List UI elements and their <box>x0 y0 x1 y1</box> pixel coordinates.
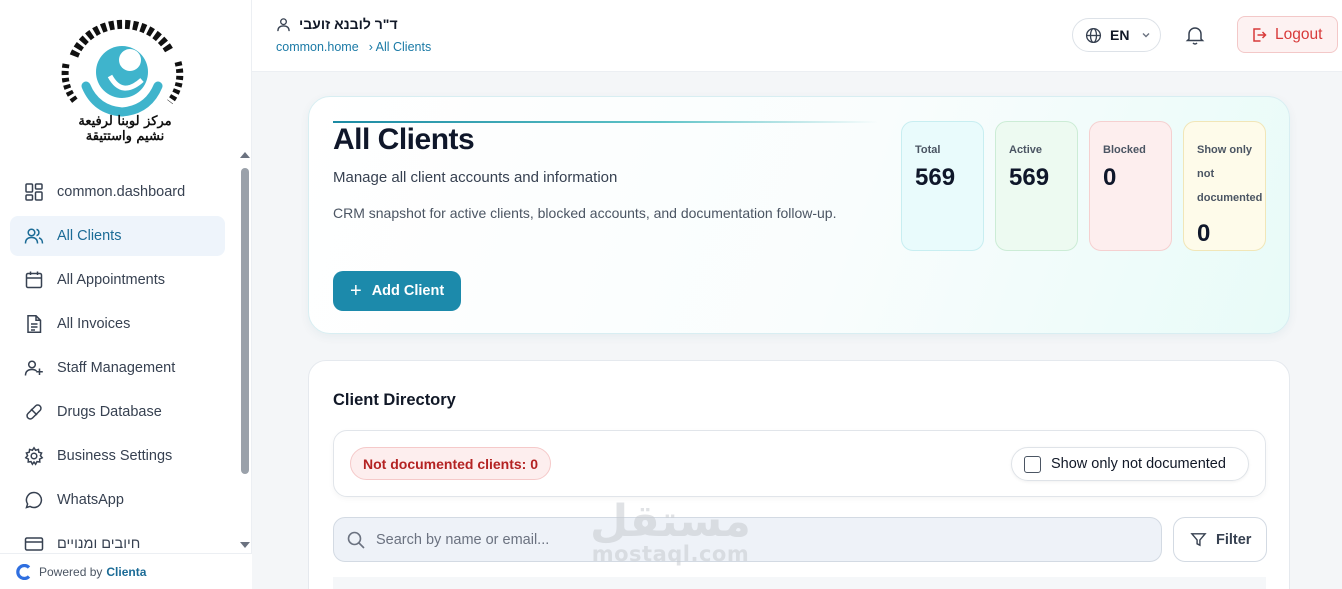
client-directory-card: Client Directory Not documented clients:… <box>308 360 1290 589</box>
clienta-logo-icon <box>16 563 31 580</box>
sidebar-item-appointments[interactable]: All Appointments <box>10 260 225 300</box>
invoice-icon <box>27 315 42 333</box>
stat-value: 569 <box>915 164 956 191</box>
language-value: EN <box>1110 27 1130 43</box>
stat-value: 0 <box>1197 220 1211 247</box>
top-header: ד"ר לובנא זועבי common.home › All Client… <box>252 0 1342 72</box>
show-not-documented-toggle[interactable]: Show only not documented <box>1011 447 1249 481</box>
chat-icon <box>25 491 43 509</box>
sidebar-item-label: חיובים ומנויים <box>57 536 141 552</box>
not-documented-badge: Not documented clients: 0 <box>350 447 552 480</box>
show-not-documented-checkbox[interactable] <box>1024 455 1041 473</box>
user-icon <box>277 17 290 31</box>
bell-icon[interactable] <box>1184 24 1206 46</box>
stat-label: Show only not documented <box>1197 144 1263 204</box>
sidebar-item-all-clients[interactable]: All Clients <box>10 216 225 256</box>
sidebar-item-label: WhatsApp <box>57 492 124 508</box>
sidebar-item-label: All Invoices <box>57 316 131 332</box>
clinic-logo-text: مركز لوبنا لرفيعة نشيم واستتيقة <box>30 114 220 144</box>
breadcrumb-current: › All Clients <box>368 40 432 54</box>
gear-icon <box>24 446 44 466</box>
logout-icon <box>1253 27 1267 42</box>
page-title: All Clients <box>333 123 475 156</box>
sidebar-item-staff-management[interactable]: Staff Management <box>10 348 225 388</box>
calendar-icon <box>25 271 43 289</box>
scroll-thumb[interactable] <box>241 168 249 474</box>
globe-icon <box>1085 27 1102 43</box>
sidebar-item-label: All Appointments <box>57 272 166 288</box>
page-description: CRM snapshot for active clients, blocked… <box>333 205 837 221</box>
show-not-documented-label: Show only not documented <box>1051 456 1226 472</box>
plus-icon: + <box>350 280 362 302</box>
search-icon <box>347 531 365 549</box>
sidebar-item-label: Drugs Database <box>57 404 162 420</box>
logout-button[interactable]: Logout <box>1237 16 1338 53</box>
language-selector[interactable]: EN <box>1072 18 1161 52</box>
add-client-label: Add Client <box>371 283 445 299</box>
powered-by-text: Powered by <box>39 564 103 579</box>
powered-by-footer: Powered by Clienta <box>0 553 252 589</box>
stat-card-not-documented[interactable]: Show only not documented 0 <box>1183 121 1266 251</box>
current-user: ד"ר לובנא זועבי <box>276 16 398 32</box>
add-client-button[interactable]: + Add Client <box>333 271 461 311</box>
sidebar-item-billing[interactable]: חיובים ומנויים <box>10 524 225 552</box>
page-subtitle: Manage all client accounts and informati… <box>333 169 618 186</box>
sidebar-item-invoices[interactable]: All Invoices <box>10 304 225 344</box>
filter-button[interactable]: Filter <box>1173 517 1267 562</box>
sidebar-item-dashboard[interactable]: common.dashboard <box>10 172 225 212</box>
sidebar-scrollbar[interactable] <box>238 150 252 550</box>
scroll-up-arrow-icon[interactable] <box>240 152 250 158</box>
watermark-latin: mostaql.com <box>591 542 750 566</box>
stat-label: Blocked <box>1103 144 1146 156</box>
sidebar-item-label: common.dashboard <box>57 184 186 200</box>
chevron-down-icon <box>1142 33 1150 38</box>
sidebar-item-label: Staff Management <box>57 360 176 376</box>
stat-value: 0 <box>1103 164 1117 191</box>
stat-card-blocked: Blocked 0 <box>1089 121 1172 251</box>
clinic-logo-line1: مركز لوبنا لرفيعة <box>78 114 172 129</box>
sidebar-item-label: Business Settings <box>57 448 173 464</box>
client-table-header <box>333 577 1266 589</box>
user-plus-icon <box>24 360 43 376</box>
sidebar-item-drugs-database[interactable]: Drugs Database <box>10 392 225 432</box>
sidebar-item-whatsapp[interactable]: WhatsApp <box>10 480 225 520</box>
stat-card-total: Total 569 <box>901 121 984 251</box>
stat-value: 569 <box>1009 164 1050 191</box>
documentation-filter-bar: Not documented clients: 0 Show only not … <box>333 430 1266 497</box>
users-icon <box>24 228 44 244</box>
sidebar-item-label: All Clients <box>57 228 122 244</box>
mostaql-watermark: مستقل mostaql.com <box>590 496 751 566</box>
sidebar-nav: common.dashboard All Clients All Appoint… <box>10 172 225 552</box>
breadcrumb-home[interactable]: common.home <box>276 40 359 54</box>
sidebar-item-business-settings[interactable]: Business Settings <box>10 436 225 476</box>
dashboard-icon <box>25 183 43 201</box>
stat-card-active: Active 569 <box>995 121 1078 251</box>
stat-label: Active <box>1009 144 1043 156</box>
client-directory-title: Client Directory <box>333 391 456 409</box>
scroll-down-arrow-icon[interactable] <box>240 542 250 548</box>
filter-label: Filter <box>1216 531 1252 548</box>
breadcrumb: common.home › All Clients <box>276 40 431 54</box>
clinic-logo-line2: نشيم واستتيقة <box>85 129 165 144</box>
filter-icon <box>1190 533 1207 547</box>
stat-label: Total <box>915 144 941 156</box>
clients-overview-card: All Clients Manage all client accounts a… <box>308 96 1290 334</box>
watermark-arabic: مستقل <box>590 496 751 547</box>
powered-by-brand[interactable]: Clienta <box>106 565 146 579</box>
pill-icon <box>26 404 42 420</box>
user-name: ד"ר לובנא זועבי <box>299 16 398 32</box>
sidebar: مركز لوبنا لرفيعة نشيم واستتيقة common.d… <box>0 0 252 589</box>
logout-label: Logout <box>1275 25 1323 43</box>
credit-card-icon <box>24 537 44 551</box>
